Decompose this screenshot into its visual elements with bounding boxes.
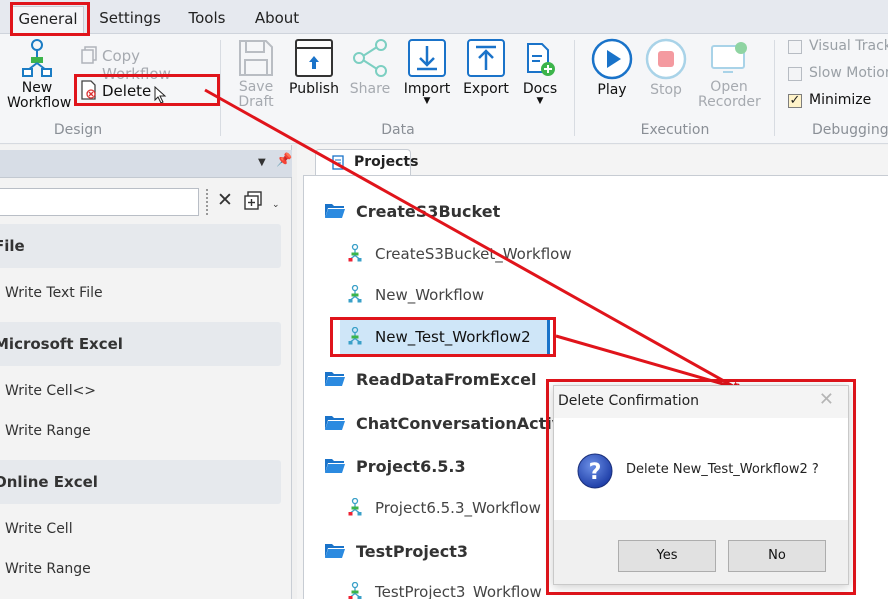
arrow-workflow-to-dialog — [555, 334, 746, 393]
close-icon[interactable]: ✕ — [819, 389, 834, 410]
no-button[interactable]: No — [728, 540, 826, 572]
arrow-delete-to-dialog — [204, 88, 742, 392]
dialog-message: Delete New_Test_Workflow2 ? — [626, 462, 819, 477]
delete-confirmation-dialog: Delete Confirmation ✕ ? Delete New_Test_… — [553, 385, 849, 585]
dialog-title: Delete Confirmation — [554, 386, 848, 418]
dialog-footer: Yes No — [554, 520, 848, 584]
question-icon: ? — [576, 452, 614, 494]
yes-button[interactable]: Yes — [618, 540, 716, 572]
svg-text:?: ? — [589, 460, 602, 485]
